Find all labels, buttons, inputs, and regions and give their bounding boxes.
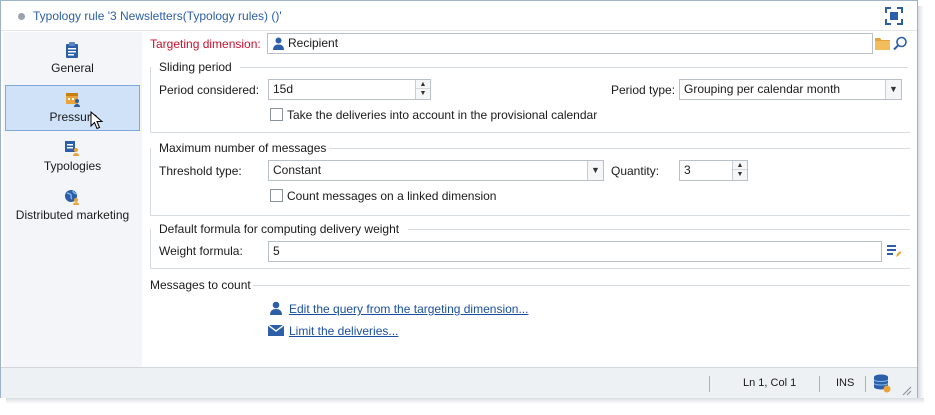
weight-formula-label: Weight formula:: [159, 244, 243, 258]
sidebar-item-label: General: [51, 61, 94, 75]
stepper-down-icon[interactable]: ▼: [416, 89, 430, 98]
calendar-user-icon: [66, 93, 80, 107]
period-considered-value: 15d: [273, 82, 294, 96]
messages-to-count-title: Messages to count: [150, 278, 251, 292]
stepper-down-icon[interactable]: ▼: [733, 170, 747, 179]
search-icon[interactable]: [893, 36, 908, 51]
folder-icon[interactable]: [875, 37, 890, 50]
period-considered-label: Period considered:: [159, 83, 260, 97]
window-shadow: [6, 398, 924, 404]
period-type-label: Period type:: [611, 83, 676, 97]
title-dot-icon: [18, 13, 25, 20]
linked-dimension-label: Count messages on a linked dimension: [287, 189, 497, 203]
sidebar: General Pressure Typologies Distributed …: [3, 32, 142, 367]
weight-formula-input[interactable]: 5: [268, 241, 882, 262]
period-stepper[interactable]: ▲ ▼: [415, 80, 430, 99]
section-divider: [150, 132, 910, 133]
period-type-value: Grouping per calendar month: [684, 82, 841, 96]
provisional-calendar-checkbox[interactable]: [270, 108, 283, 121]
cursor-position: Ln 1, Col 1: [743, 377, 797, 389]
sliding-period-title: Sliding period: [159, 60, 232, 74]
status-bar: Ln 1, Col 1 INS: [1, 367, 917, 398]
title-bar: Typology rule '3 Newsletters(Typology ru…: [1, 1, 917, 31]
expression-editor-icon[interactable]: [887, 244, 901, 258]
section-divider: [150, 215, 910, 216]
pressure-form: Targeting dimension: Recipient Sliding p…: [142, 32, 917, 367]
typology-rule-window: Typology rule '3 Newsletters(Typology ru…: [0, 0, 918, 398]
stepper-up-icon[interactable]: ▲: [733, 161, 747, 170]
sidebar-item-distributed-marketing[interactable]: Distributed marketing: [5, 183, 140, 229]
weight-formula-value: 5: [273, 244, 280, 258]
status-separator: [709, 376, 710, 392]
resize-grip-icon[interactable]: [900, 384, 912, 396]
quantity-value: 3: [684, 163, 691, 177]
database-icon[interactable]: [873, 374, 891, 394]
maximize-icon[interactable]: [885, 7, 903, 25]
typology-user-icon: [65, 141, 79, 156]
sidebar-item-label: Distributed marketing: [15, 208, 130, 222]
mouse-cursor-icon: [90, 111, 104, 130]
threshold-type-label: Threshold type:: [159, 164, 242, 178]
section-border: [150, 148, 151, 216]
section-border: [150, 67, 151, 133]
clipboard-icon: [66, 42, 78, 58]
sidebar-item-pressure[interactable]: Pressure: [5, 85, 140, 131]
globe-user-icon: [65, 190, 79, 205]
sidebar-item-label: Typologies: [43, 159, 102, 173]
user-icon: [273, 37, 284, 50]
section-divider: [253, 285, 910, 286]
limit-deliveries-link[interactable]: Limit the deliveries...: [289, 324, 398, 338]
period-type-select[interactable]: Grouping per calendar month ▼: [679, 79, 902, 100]
targeting-dimension-label: Targeting dimension:: [150, 37, 261, 51]
status-separator: [819, 376, 820, 392]
sidebar-item-typologies[interactable]: Typologies: [5, 134, 140, 180]
max-messages-title: Maximum number of messages: [159, 141, 327, 155]
threshold-type-select[interactable]: Constant ▼: [268, 160, 604, 181]
window-title: Typology rule '3 Newsletters(Typology ru…: [33, 9, 282, 23]
section-divider: [150, 268, 910, 269]
chevron-down-icon[interactable]: ▼: [587, 161, 603, 180]
edit-query-link[interactable]: Edit the query from the targeting dimens…: [289, 302, 528, 316]
user-icon: [270, 301, 282, 315]
provisional-calendar-label: Take the deliveries into account in the …: [287, 108, 598, 122]
quantity-label: Quantity:: [611, 164, 660, 178]
sidebar-item-label: Pressure: [49, 110, 98, 124]
threshold-type-value: Constant: [273, 163, 322, 177]
quantity-input[interactable]: 3 ▲ ▼: [679, 160, 748, 181]
insert-mode: INS: [836, 377, 855, 389]
targeting-dimension-field[interactable]: Recipient: [267, 33, 873, 54]
section-divider: [408, 229, 910, 230]
weight-title: Default formula for computing delivery w…: [159, 222, 400, 236]
window-shadow: [918, 6, 924, 398]
targeting-dimension-value: Recipient: [288, 36, 339, 50]
section-border: [150, 229, 151, 269]
linked-dimension-checkbox[interactable]: [270, 189, 283, 202]
stepper-up-icon[interactable]: ▲: [416, 80, 430, 89]
section-divider: [329, 148, 910, 149]
period-considered-input[interactable]: 15d ▲ ▼: [268, 79, 431, 100]
section-divider: [240, 67, 908, 68]
status-separator: [865, 376, 866, 392]
quantity-stepper[interactable]: ▲ ▼: [732, 161, 747, 180]
chevron-down-icon[interactable]: ▼: [885, 80, 901, 99]
envelope-icon: [268, 325, 284, 336]
sidebar-item-general[interactable]: General: [5, 36, 140, 82]
